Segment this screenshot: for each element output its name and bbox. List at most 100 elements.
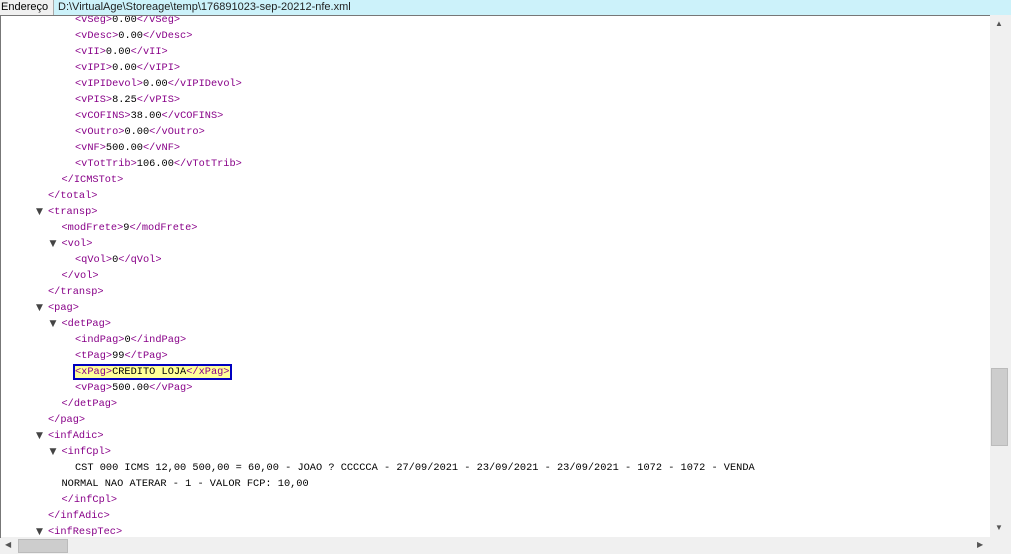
- xml-value: NORMAL NAO ATERAR - 1 - VALOR FCP: 10,00: [61, 478, 309, 490]
- horizontal-scrollbar[interactable]: ◀ ▶: [1, 537, 990, 553]
- xml-line: <modFrete>9</modFrete>: [62, 220, 198, 236]
- xml-tag: </vol>: [61, 270, 99, 282]
- xml-line: <transp>: [48, 204, 97, 220]
- collapse-toggle-icon[interactable]: ▼: [36, 527, 43, 537]
- vertical-scrollbar[interactable]: ▲ ▼: [990, 16, 1008, 537]
- xml-line: <infRespTec>: [48, 524, 122, 538]
- xml-tag: </vIPI>: [136, 62, 181, 74]
- xml-line: <vCOFINS>38.00</vCOFINS>: [75, 108, 223, 124]
- scroll-right-icon[interactable]: ▶: [977, 540, 983, 549]
- collapse-toggle-icon[interactable]: ▼: [36, 303, 43, 313]
- xml-tag: </vCOFINS>: [161, 110, 224, 122]
- xml-line: <vIPIDevol>0.00</vIPIDevol>: [75, 76, 242, 92]
- xml-tag: <vol>: [61, 238, 93, 250]
- xml-tag: <infCpl>: [61, 446, 111, 458]
- xml-line: <xPag>CREDITO LOJA</xPag>: [73, 364, 232, 380]
- collapse-toggle-icon[interactable]: ▼: [36, 207, 43, 217]
- xml-value: 8.25: [112, 94, 137, 106]
- xml-tag: </qVol>: [118, 254, 162, 266]
- xml-line: <vol>: [62, 236, 93, 252]
- scroll-up-icon[interactable]: ▲: [995, 19, 1003, 28]
- xml-value: 38.00: [130, 110, 162, 122]
- xml-line: <vPIS>8.25</vPIS>: [75, 92, 180, 108]
- xml-line: <vII>0.00</vII>: [75, 44, 168, 60]
- xml-tag: <vPag>: [75, 382, 113, 394]
- xml-line: <vIPI>0.00</vIPI>: [75, 60, 180, 76]
- xml-tag: <xPag>: [75, 366, 113, 378]
- xml-line: <indPag>0</indPag>: [75, 332, 186, 348]
- xml-tag: </ICMSTot>: [61, 174, 124, 186]
- xml-line: <infAdic>: [48, 428, 104, 444]
- xml-tag: </xPag>: [186, 366, 230, 378]
- xml-value: 0.00: [118, 30, 143, 42]
- address-bar: Endereço D:\VirtualAge\Storeage\temp\176…: [0, 0, 1011, 15]
- xml-tag: </vSeg>: [136, 15, 181, 26]
- xml-line: </ICMSTot>: [62, 172, 124, 188]
- xml-line: NORMAL NAO ATERAR - 1 - VALOR FCP: 10,00: [62, 476, 309, 492]
- xml-tag: </pag>: [48, 414, 86, 426]
- address-input[interactable]: D:\VirtualAge\Storeage\temp\176891023-se…: [53, 0, 1011, 15]
- xml-line: </pag>: [48, 412, 85, 428]
- xml-line: </total>: [48, 188, 97, 204]
- scroll-down-icon[interactable]: ▼: [995, 523, 1003, 532]
- xml-tag: </tPag>: [124, 350, 168, 362]
- xml-line: <pag>: [48, 300, 79, 316]
- xml-tag: <vIPIDevol>: [75, 78, 143, 90]
- xml-line: </vol>: [62, 268, 99, 284]
- xml-line: <vNF>500.00</vNF>: [75, 140, 180, 156]
- xml-tag: </vIPIDevol>: [167, 78, 242, 90]
- collapse-toggle-icon[interactable]: ▼: [50, 319, 57, 329]
- xml-value: 0.00: [124, 126, 150, 138]
- xml-tag: </vPag>: [149, 382, 193, 394]
- xml-line: </transp>: [48, 284, 104, 300]
- xml-tag: <vPIS>: [75, 94, 113, 106]
- xml-tag: </detPag>: [61, 398, 118, 410]
- xml-tag: </modFrete>: [129, 222, 198, 234]
- xml-tag: <vTotTrib>: [75, 158, 137, 170]
- xml-line: </infAdic>: [48, 508, 110, 524]
- xml-line: <vOutro>0.00</vOutro>: [75, 124, 205, 140]
- xml-line: <tPag>99</tPag>: [75, 348, 168, 364]
- scroll-left-icon[interactable]: ◀: [5, 540, 11, 549]
- xml-tag: <transp>: [48, 206, 98, 218]
- xml-tag: <pag>: [48, 302, 79, 314]
- collapse-toggle-icon[interactable]: ▼: [50, 447, 57, 457]
- xml-tag: <modFrete>: [61, 222, 124, 234]
- xml-tag: <qVol>: [75, 254, 113, 266]
- xml-tag: <vDesc>: [75, 30, 119, 42]
- xml-tag: <detPag>: [61, 318, 111, 330]
- xml-tag: <vII>: [75, 46, 106, 58]
- xml-tag: <vCOFINS>: [75, 110, 131, 122]
- xml-tag: <vOutro>: [75, 126, 125, 138]
- xml-line: </infCpl>: [62, 492, 118, 508]
- xml-tag: </total>: [48, 190, 98, 202]
- xml-viewer: <vSeg>0.00</vSeg> <vDesc>0.00</vDesc> <vII…: [0, 15, 990, 538]
- xml-tag: <vSeg>: [75, 15, 113, 26]
- xml-tag: <indPag>: [75, 334, 125, 346]
- xml-tag: </vII>: [130, 46, 168, 58]
- xml-line: <qVol>0</qVol>: [75, 252, 162, 268]
- vertical-scroll-thumb[interactable]: [991, 368, 1008, 446]
- xml-tag: </transp>: [48, 286, 104, 298]
- xml-tag: </infCpl>: [61, 494, 118, 506]
- xml-tag: </vOutro>: [149, 126, 205, 138]
- xml-line: <infCpl>: [62, 444, 111, 460]
- address-label: Endereço: [0, 0, 53, 15]
- xml-line: </detPag>: [62, 396, 118, 412]
- selected-node: <xPag>CREDITO LOJA</xPag>: [73, 364, 232, 380]
- xml-line: CST 000 ICMS 12,00 500,00 = 60,00 - JOAO…: [75, 460, 755, 476]
- collapse-toggle-icon[interactable]: ▼: [36, 431, 43, 441]
- xml-value: 0.00: [112, 15, 137, 26]
- xml-value: 106.00: [136, 158, 174, 170]
- xml-tag: </infAdic>: [48, 510, 110, 522]
- xml-tag: <vNF>: [75, 142, 106, 154]
- horizontal-scroll-thumb[interactable]: [18, 539, 68, 553]
- xml-value: 0.00: [112, 62, 137, 74]
- xml-tag: </vPIS>: [136, 94, 181, 106]
- xml-value: 500.00: [112, 382, 150, 394]
- xml-tag: </indPag>: [130, 334, 187, 346]
- collapse-toggle-icon[interactable]: ▼: [50, 239, 57, 249]
- xml-tag: <infAdic>: [48, 430, 104, 442]
- xml-value: 99: [112, 350, 125, 362]
- xml-line: <detPag>: [62, 316, 111, 332]
